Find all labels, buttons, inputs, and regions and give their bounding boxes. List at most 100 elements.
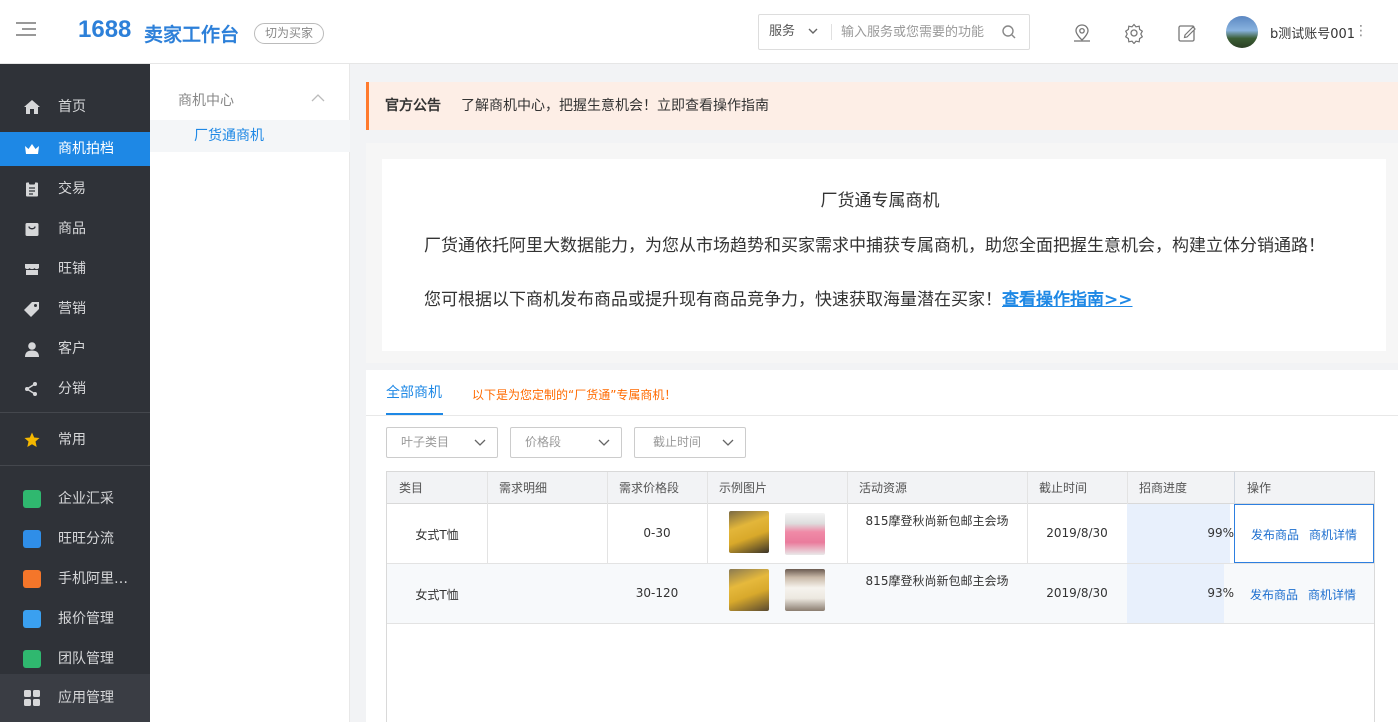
filter-label: 价格段 [525, 435, 562, 449]
menu-toggle-icon[interactable] [16, 22, 36, 40]
sidebar-item-label: 客户 [58, 341, 86, 357]
row-deadline: 2019/8/30 [1046, 526, 1108, 540]
filter-leaf-category[interactable]: 叶子类目 [386, 427, 498, 458]
sidebar-item-label: 旺铺 [58, 261, 86, 277]
user-icon [25, 342, 39, 357]
announcement-link[interactable]: 了解商机中心，把握生意机会！立即查看操作指南 [461, 82, 769, 130]
sidebar-divider [0, 465, 150, 466]
progress-percent: 93% [1207, 586, 1234, 600]
opportunity-detail-link[interactable]: 商机详情 [1308, 586, 1356, 603]
col-category: 类目 [399, 481, 424, 495]
home-icon [24, 100, 40, 114]
col-images: 示例图片 [719, 481, 768, 495]
edit-icon[interactable] [1176, 22, 1198, 44]
product-icon [25, 223, 39, 236]
switch-to-buyer-button[interactable]: 切为买家 [254, 23, 325, 44]
sidebar-item-label: 旺旺分流 [58, 531, 114, 547]
publish-product-link[interactable]: 发布商品 [1250, 586, 1298, 603]
gear-icon[interactable] [1123, 22, 1145, 44]
sidebar-item-label: 商品 [58, 221, 86, 237]
row-resource: 815摩登秋尚新包邮主会场 [865, 574, 1009, 588]
action-cell: 发布商品 商机详情 [1234, 564, 1374, 623]
sub-navigation: 商机中心 厂货通商机 [150, 64, 350, 722]
sidebar-item-label: 商机拍档 [58, 141, 114, 157]
sidebar-item-trade[interactable]: 交易 [0, 172, 150, 206]
intro-paragraph-2-text: 您可根据以下商机发布商品或提升现有商品竞争力，快速获取海量潜在买家！ [424, 290, 1002, 310]
progress-percent: 99% [1207, 526, 1234, 540]
col-progress: 招商进度 [1139, 481, 1188, 495]
star-icon [24, 432, 40, 447]
sidebar-item-shop[interactable]: 旺铺 [0, 252, 150, 286]
sidebar-item-product[interactable]: 商品 [0, 212, 150, 246]
app-manage-bar[interactable]: 应用管理 [0, 674, 150, 722]
opportunity-detail-link[interactable]: 商机详情 [1309, 526, 1357, 543]
sidebar-item-label: 营销 [58, 301, 86, 317]
col-deadline: 截止时间 [1039, 481, 1088, 495]
sidebar-app-quote-management[interactable]: 报价管理 [0, 602, 150, 636]
subnav-group-title[interactable]: 商机中心 [178, 90, 234, 110]
username[interactable]: b测试账号001 [1270, 23, 1355, 42]
enterprise-purchase-icon [23, 490, 41, 508]
search-box: 服务 [758, 14, 1030, 50]
opportunity-panel: 全部商机 以下是为您定制的“厂货通”专属商机！ 叶子类目 价格段 截止时间 类目… [366, 370, 1398, 722]
col-detail: 需求明细 [499, 481, 548, 495]
sidebar-item-customer[interactable]: 客户 [0, 332, 150, 366]
sidebar-item-label: 常用 [58, 432, 86, 448]
clipboard-icon [26, 181, 38, 197]
search-icon[interactable] [1001, 24, 1017, 40]
sidebar-item-marketing[interactable]: 营销 [0, 292, 150, 326]
guide-link[interactable]: 查看操作指南>> [1002, 290, 1133, 310]
chevron-down-icon [722, 439, 734, 446]
tab-all-opportunities[interactable]: 全部商机 [386, 382, 442, 402]
sidebar-app-enterprise-purchase[interactable]: 企业汇采 [0, 482, 150, 516]
team-management-icon [23, 650, 41, 668]
sidebar-item-common[interactable]: 常用 [0, 423, 150, 457]
subnav-item-factory-opportunity[interactable]: 厂货通商机 [150, 120, 350, 152]
filter-deadline[interactable]: 截止时间 [634, 427, 746, 458]
sidebar-item-label: 交易 [58, 181, 86, 197]
col-resource: 活动资源 [859, 481, 908, 495]
publish-product-link[interactable]: 发布商品 [1251, 526, 1299, 543]
sidebar-item-distribution[interactable]: 分销 [0, 372, 150, 406]
product-thumbnail[interactable] [729, 511, 769, 553]
search-divider [831, 24, 832, 40]
chevron-up-icon[interactable] [310, 92, 326, 104]
sidebar-item-business[interactable]: 商机拍档 [0, 132, 150, 166]
top-bar: 1688 卖家工作台 切为买家 服务 b测试账号001 ⋮ [0, 0, 1398, 64]
logo-number[interactable]: 1688 [78, 16, 131, 44]
distribute-icon [25, 382, 37, 396]
sidebar-divider [0, 412, 150, 413]
sidebar-app-mobile-ali[interactable]: 手机阿里… [0, 562, 150, 596]
search-input[interactable] [841, 19, 999, 45]
intro-card: 厂货通专属商机 厂货通依托阿里大数据能力，为您从市场趋势和买家需求中捕获专属商机… [382, 159, 1386, 351]
subnav-item-label: 厂货通商机 [194, 128, 264, 144]
tab-underline [386, 413, 443, 415]
intro-title: 厂货通专属商机 [820, 191, 940, 211]
sidebar-app-wangwang-divert[interactable]: 旺旺分流 [0, 522, 150, 556]
filter-label: 截止时间 [653, 435, 702, 449]
grid-icon [24, 690, 40, 706]
product-thumbnail[interactable] [729, 569, 769, 611]
product-thumbnail[interactable] [785, 569, 825, 611]
action-cell: 发布商品 商机详情 [1234, 504, 1374, 563]
search-category-select[interactable]: 服务 [769, 15, 795, 49]
intro-panel: 厂货通专属商机 厂货通依托阿里大数据能力，为您从市场趋势和买家需求中捕获专属商机… [366, 143, 1398, 363]
mobile-ali-icon [23, 570, 41, 588]
tab-hint: 以下是为您定制的“厂货通”专属商机！ [472, 388, 677, 402]
logo-text[interactable]: 卖家工作台 [144, 20, 239, 47]
sidebar-item-label: 团队管理 [58, 651, 114, 667]
sidebar-item-label: 报价管理 [58, 611, 114, 627]
row-deadline: 2019/8/30 [1046, 586, 1108, 600]
more-icon[interactable]: ⋮ [1354, 23, 1368, 39]
chevron-down-icon[interactable] [807, 25, 819, 37]
sidebar-item-label: 手机阿里… [58, 571, 128, 587]
product-thumbnail[interactable] [785, 513, 825, 555]
sidebar-app-team-management[interactable]: 团队管理 [0, 642, 150, 676]
filter-price-range[interactable]: 价格段 [510, 427, 622, 458]
location-icon[interactable] [1071, 22, 1093, 44]
avatar[interactable] [1226, 16, 1258, 48]
row-price: 0-30 [643, 526, 671, 540]
row-category: 女式T恤 [415, 588, 459, 602]
sidebar-item-home[interactable]: 首页 [0, 90, 150, 124]
announcement-tag: 官方公告 [385, 98, 441, 114]
